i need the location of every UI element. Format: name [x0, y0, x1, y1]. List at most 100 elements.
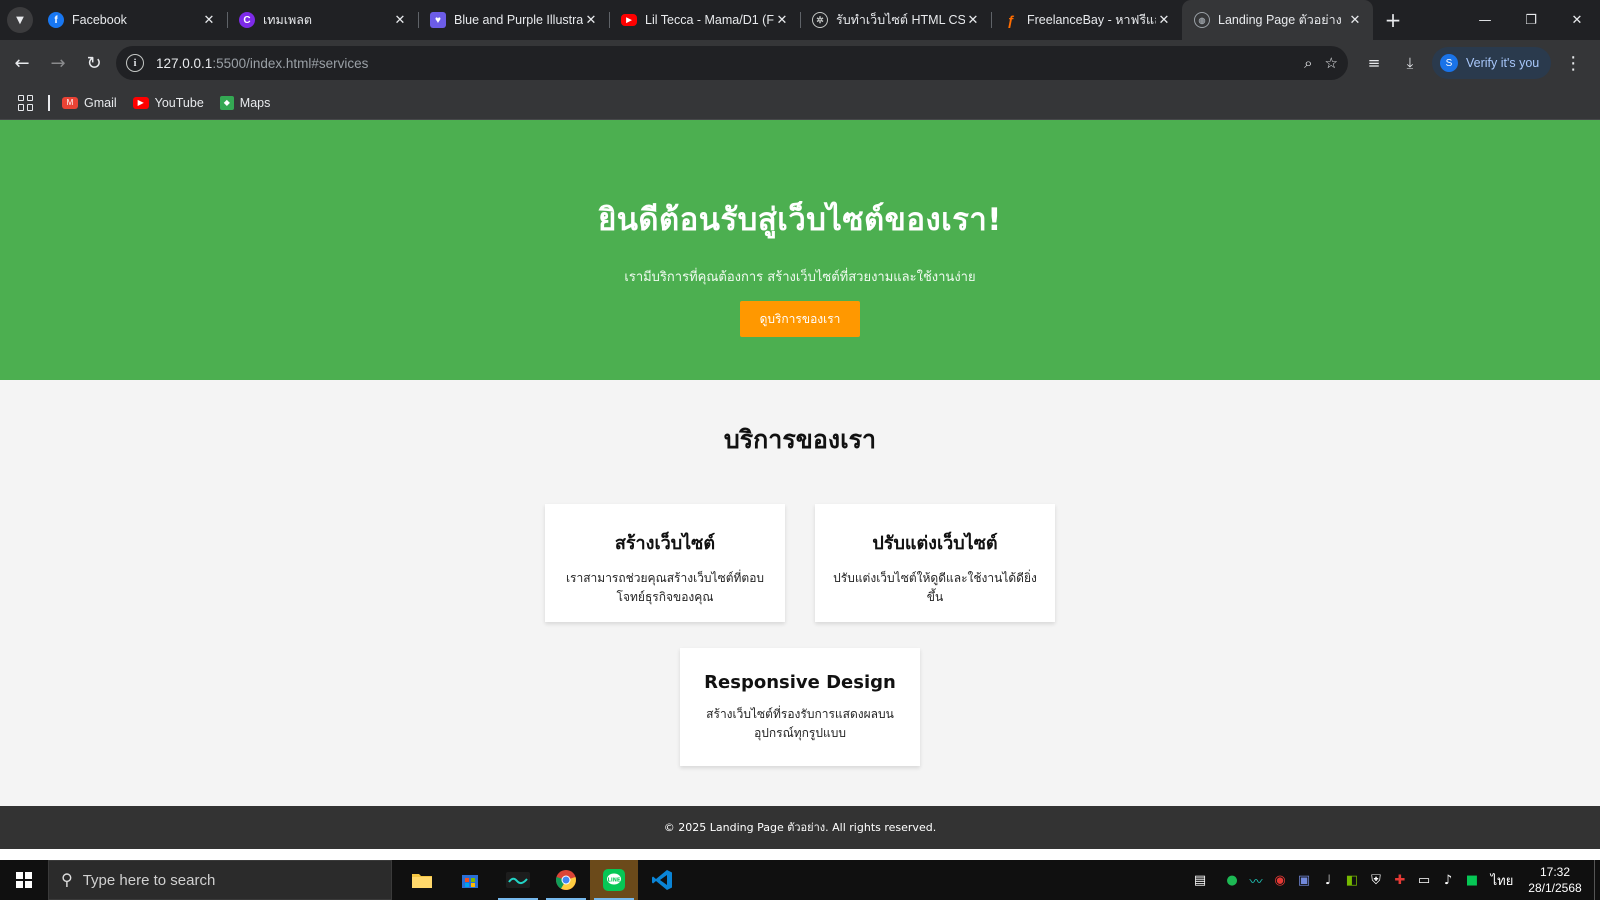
- clock-date: 28/1/2568: [1528, 881, 1582, 895]
- windows-taskbar: ⚲ Type here to search LINE ▤ ● 〰 ◉ ▣ ♩ ◧…: [0, 860, 1600, 900]
- tab-title: FreelanceBay - หาฟรีแล: [1027, 13, 1156, 27]
- tab-title: Facebook: [72, 13, 127, 27]
- network-icon[interactable]: ▭: [1412, 860, 1436, 900]
- url-path: :5500/index.html#services: [212, 55, 369, 71]
- screen: ▼ f Facebook ✕ C เทมเพลต ✕ ♥ Blue and Pu…: [0, 0, 1600, 900]
- bookmark-label: Maps: [239, 95, 271, 110]
- tab-chatgpt[interactable]: ✲ รับทำเว็บไซต์ HTML CSS ✕: [800, 0, 991, 40]
- service-card: ปรับแต่งเว็บไซต์ ปรับแต่งเว็บไซต์ให้ดูดี…: [815, 504, 1055, 622]
- close-window-icon[interactable]: ✕: [1554, 0, 1600, 40]
- tab-list: f Facebook ✕ C เทมเพลต ✕ ♥ Blue and Purp…: [36, 0, 1373, 40]
- tab-landing-page[interactable]: ◍ Landing Page ตัวอย่าง ✕: [1182, 0, 1373, 40]
- close-icon[interactable]: ✕: [392, 12, 408, 28]
- restore-icon[interactable]: ❐: [1508, 0, 1554, 40]
- close-icon[interactable]: ✕: [774, 12, 790, 28]
- close-icon[interactable]: ✕: [201, 12, 217, 28]
- tab-facebook[interactable]: f Facebook ✕: [36, 0, 227, 40]
- tab-title: Blue and Purple Illustra: [454, 13, 583, 27]
- spotify-icon[interactable]: ●: [1220, 860, 1244, 900]
- tab-title: เทมเพลต: [263, 13, 313, 27]
- hero-subtitle: เรามีบริการที่คุณต้องการ สร้างเว็บไซต์ที…: [624, 270, 976, 285]
- page-footer: © 2025 Landing Page ตัวอย่าง. All rights…: [0, 806, 1600, 849]
- forward-arrow-icon[interactable]: →: [40, 45, 76, 81]
- windows-start-icon[interactable]: [0, 860, 48, 900]
- profile-avatar: S: [1440, 54, 1458, 72]
- line-app-icon[interactable]: LINE: [590, 860, 638, 900]
- globe-icon: ◍: [1194, 12, 1210, 28]
- bookmark-maps[interactable]: ◆ Maps: [219, 95, 271, 110]
- browser-menu-icon[interactable]: ⋮: [1555, 45, 1591, 81]
- reload-icon[interactable]: ↻: [76, 45, 112, 81]
- gmail-icon: M: [62, 96, 78, 109]
- profile-verify-button[interactable]: S Verify it's you: [1432, 47, 1552, 79]
- minimize-icon[interactable]: —: [1462, 0, 1508, 40]
- bookmark-star-icon[interactable]: ☆: [1325, 54, 1338, 72]
- back-arrow-icon[interactable]: ←: [4, 45, 40, 81]
- microphone-icon[interactable]: ♩: [1316, 860, 1340, 900]
- web-page: ยินดีต้อนรับสู่เว็บไซต์ของเรา! เรามีบริก…: [0, 120, 1600, 849]
- service-card-text: เราสามารถช่วยคุณสร้างเว็บไซต์ที่ตอบโจทย์…: [565, 571, 765, 604]
- close-icon[interactable]: ✕: [1156, 12, 1172, 28]
- search-icon: ⚲: [61, 872, 73, 889]
- apps-grid-icon[interactable]: [18, 94, 34, 111]
- svg-text:LINE: LINE: [608, 878, 621, 884]
- bookmark-label: YouTube: [154, 95, 204, 110]
- service-card: Responsive Design สร้างเว็บไซต์ที่รองรับ…: [680, 648, 920, 766]
- file-explorer-icon[interactable]: [398, 860, 446, 900]
- tab-youtube[interactable]: ▶ Lil Tecca - Mama/D1 (F ✕: [609, 0, 800, 40]
- url-text[interactable]: 127.0.0.1:5500/index.html#services: [156, 56, 368, 71]
- bookmark-gmail[interactable]: M Gmail: [62, 96, 117, 110]
- close-icon[interactable]: ✕: [965, 12, 981, 28]
- tray-app-red-icon[interactable]: ◉: [1268, 860, 1292, 900]
- service-card-title: Responsive Design: [704, 672, 896, 693]
- system-clock[interactable]: 17:32 28/1/2568: [1520, 864, 1590, 896]
- security-icon[interactable]: ⛨: [1364, 860, 1388, 900]
- zoom-icon[interactable]: ⌕: [1304, 54, 1312, 72]
- input-language[interactable]: ไทย: [1484, 860, 1520, 900]
- close-icon[interactable]: ✕: [583, 12, 599, 28]
- bookmarks-divider: [48, 94, 50, 111]
- canva-icon: C: [239, 12, 255, 28]
- nvidia-icon[interactable]: ◧: [1340, 860, 1364, 900]
- line-tray-icon[interactable]: ■: [1460, 860, 1484, 900]
- service-card-title: ปรับแต่งเว็บไซต์: [872, 533, 998, 554]
- address-bar[interactable]: i 127.0.0.1:5500/index.html#services ⌕ ☆: [116, 46, 1348, 80]
- service-card-text: ปรับแต่งเว็บไซต์ให้ดูดีและใช้งานได้ดียิ่…: [833, 571, 1037, 604]
- shield-icon[interactable]: ✚: [1388, 860, 1412, 900]
- tab-freelancebay[interactable]: ƒ FreelanceBay - หาฟรีแล ✕: [991, 0, 1182, 40]
- chrome-icon[interactable]: [542, 860, 590, 900]
- service-card-title: สร้างเว็บไซต์: [614, 533, 716, 554]
- page-bottom-gap: [0, 849, 1600, 859]
- window-controls: — ❐ ✕: [1462, 0, 1600, 40]
- vscode-icon[interactable]: [638, 860, 686, 900]
- taskbar-apps: LINE: [398, 860, 686, 900]
- hero-section: ยินดีต้อนรับสู่เว็บไซต์ของเรา! เรามีบริก…: [0, 120, 1600, 380]
- taskbar-search-placeholder: Type here to search: [82, 871, 216, 889]
- audio-app-icon[interactable]: [494, 860, 542, 900]
- bookmarks-bar: M Gmail ▶ YouTube ◆ Maps: [0, 86, 1600, 120]
- tab-strip: ▼ f Facebook ✕ C เทมเพลต ✕ ♥ Blue and Pu…: [0, 0, 1600, 40]
- freelancebay-icon: ƒ: [1007, 12, 1015, 28]
- site-info-icon[interactable]: i: [126, 54, 144, 72]
- service-card: สร้างเว็บไซต์ เราสามารถช่วยคุณสร้างเว็บไ…: [545, 504, 785, 622]
- tab-search-chevron-icon[interactable]: ▼: [7, 7, 33, 33]
- close-icon[interactable]: ✕: [1347, 12, 1363, 28]
- bookmark-youtube[interactable]: ▶ YouTube: [132, 95, 204, 110]
- taskbar-search-box[interactable]: ⚲ Type here to search: [48, 860, 392, 900]
- audio-tray-icon[interactable]: 〰: [1244, 860, 1268, 900]
- download-icon[interactable]: ⤓: [1392, 45, 1428, 81]
- volume-icon[interactable]: ♪: [1436, 860, 1460, 900]
- hero-title: ยินดีต้อนรับสู่เว็บไซต์ของเรา!: [598, 202, 1002, 238]
- show-desktop-button[interactable]: [1594, 860, 1600, 900]
- media-queue-icon[interactable]: ≡: [1356, 45, 1392, 81]
- tab-canva[interactable]: C เทมเพลต ✕: [227, 0, 418, 40]
- bookmark-label: Gmail: [84, 95, 117, 110]
- tab-illustration[interactable]: ♥ Blue and Purple Illustra ✕: [418, 0, 609, 40]
- news-widget-icon[interactable]: ▤: [1180, 860, 1220, 900]
- discord-icon[interactable]: ▣: [1292, 860, 1316, 900]
- microsoft-store-icon[interactable]: [446, 860, 494, 900]
- view-services-button[interactable]: ดูบริการของเรา: [740, 301, 860, 337]
- new-tab-plus-icon[interactable]: +: [1379, 6, 1407, 34]
- facebook-icon: f: [48, 12, 64, 28]
- tab-title: รับทำเว็บไซต์ HTML CSS: [836, 13, 965, 27]
